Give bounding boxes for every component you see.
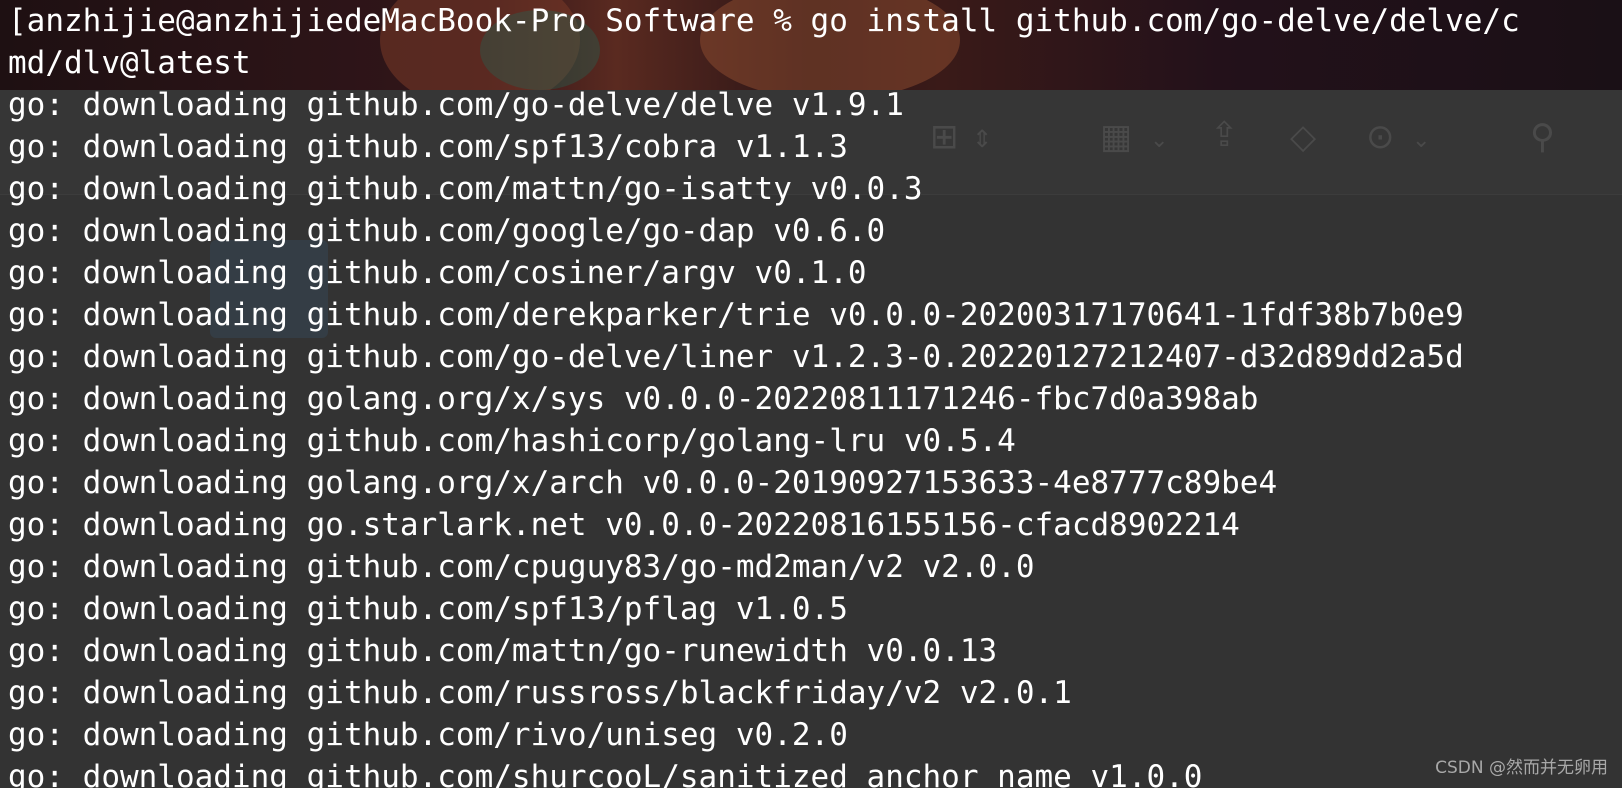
- output-line: go: downloading github.com/spf13/cobra v…: [8, 129, 848, 165]
- output-line: go: downloading github.com/shurcooL/sani…: [8, 759, 1203, 788]
- output-line: go: downloading github.com/cosiner/argv …: [8, 255, 867, 291]
- output-line: go: downloading github.com/russross/blac…: [8, 675, 1072, 711]
- output-line: go: downloading github.com/go-delve/line…: [8, 339, 1464, 375]
- output-line: go: downloading golang.org/x/sys v0.0.0-…: [8, 381, 1259, 417]
- output-line: go: downloading github.com/hashicorp/gol…: [8, 423, 1016, 459]
- output-line: go: downloading github.com/mattn/go-isat…: [8, 171, 923, 207]
- output-line: go: downloading golang.org/x/arch v0.0.0…: [8, 465, 1278, 501]
- output-line: go: downloading go.starlark.net v0.0.0-2…: [8, 507, 1240, 543]
- output-line: go: downloading github.com/google/go-dap…: [8, 213, 886, 249]
- prompt-line-continued: md/dlv@latest: [8, 45, 251, 81]
- output-line: go: downloading github.com/rivo/uniseg v…: [8, 717, 848, 753]
- output-line: go: downloading github.com/go-delve/delv…: [8, 87, 904, 123]
- terminal-window[interactable]: ⊞ ⇕ ▦ ⌄ ⇪ ◇ ⊙ ⌄ ⚲ [anzhijie@anzhijiedeMa…: [0, 0, 1622, 788]
- output-line: go: downloading github.com/cpuguy83/go-m…: [8, 549, 1035, 585]
- output-line: go: downloading github.com/derekparker/t…: [8, 297, 1464, 333]
- output-line: go: downloading github.com/mattn/go-rune…: [8, 633, 998, 669]
- output-line: go: downloading github.com/spf13/pflag v…: [8, 591, 848, 627]
- watermark: CSDN @然而并无卵用: [1435, 758, 1608, 778]
- terminal-output[interactable]: [anzhijie@anzhijiedeMacBook-Pro Software…: [8, 0, 1614, 788]
- prompt-line: [anzhijie@anzhijiedeMacBook-Pro Software…: [8, 3, 1520, 39]
